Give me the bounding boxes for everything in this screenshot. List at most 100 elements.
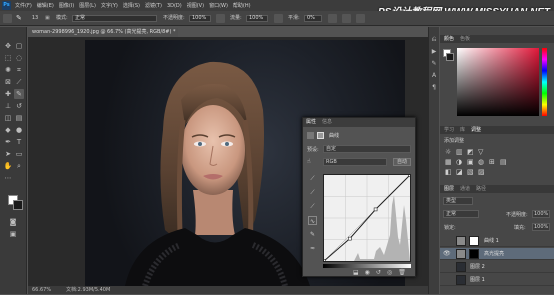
menu-item[interactable]: 编辑(E) [37, 2, 54, 9]
curve-pencil-icon[interactable]: ✎ [308, 230, 317, 239]
crop-tool-icon[interactable]: ⌗ [14, 65, 24, 75]
visibility-icon[interactable]: ◎ [387, 269, 392, 277]
smooth-curve-icon[interactable]: ≈ [308, 244, 317, 253]
brush-tool-icon[interactable]: ✎ [16, 14, 22, 23]
menu-item[interactable]: 3D(D) [167, 3, 182, 9]
clone-stamp-tool-icon[interactable]: ⊥ [3, 101, 13, 111]
hand-tool-icon[interactable]: ✋ [3, 161, 13, 171]
menu-item[interactable]: 视图(V) [187, 2, 204, 9]
color-picker-field[interactable] [457, 48, 539, 116]
edit-toolbar-icon[interactable]: ⋯ [3, 173, 13, 183]
marquee-tool-icon[interactable]: ⬚ [3, 53, 13, 63]
tab-paths[interactable]: 路径 [476, 185, 486, 193]
healing-brush-tool-icon[interactable]: ✚ [3, 89, 13, 99]
eraser-tool-icon[interactable]: ◫ [3, 113, 13, 123]
layer-thumbnail[interactable] [456, 236, 466, 246]
layer-mask-thumbnail[interactable] [469, 249, 479, 259]
tab-info[interactable]: 信息 [322, 118, 332, 127]
move-tool-icon[interactable]: ✥ [3, 41, 13, 51]
blend-mode-dropdown[interactable]: 正常 [443, 210, 479, 218]
opacity-input[interactable]: 100% [189, 15, 211, 22]
pressure-opacity-icon[interactable] [216, 14, 225, 23]
menu-item[interactable]: 图像(I) [59, 2, 74, 9]
background-color-swatch[interactable] [13, 200, 23, 210]
menu-item[interactable]: 图层(L) [79, 2, 96, 9]
layer-visibility-eye-icon[interactable] [443, 276, 451, 284]
menu-item[interactable]: 窗口(W) [209, 2, 228, 9]
layer-visibility-eye-icon[interactable]: 👁 [443, 250, 451, 258]
pen-tool-icon[interactable]: ✒ [3, 137, 13, 147]
smooth-input[interactable]: 0% [304, 15, 322, 22]
layer-row[interactable]: 👁 高光提亮 [440, 248, 554, 260]
home-icon[interactable] [3, 14, 12, 23]
dodge-tool-icon[interactable]: ● [14, 125, 24, 135]
layer-row[interactable]: 图层 1 [440, 274, 554, 286]
quick-mask-icon[interactable]: ◙ [8, 217, 18, 227]
gradient-tool-icon[interactable]: ▤ [14, 113, 24, 123]
brush-settings-icon[interactable]: ✎ [429, 59, 439, 69]
curve-control-point[interactable] [373, 207, 378, 212]
preset-dropdown[interactable]: 自定 [323, 145, 411, 153]
menu-item[interactable]: 帮助(H) [233, 2, 251, 9]
brush-tool-icon[interactable]: ✎ [14, 89, 24, 99]
curve-control-point[interactable] [347, 236, 352, 241]
eyedropper-white-icon[interactable]: ⟋ [308, 202, 317, 211]
curve-control-point[interactable] [322, 259, 326, 263]
path-select-tool-icon[interactable]: ➤ [3, 149, 13, 159]
frame-tool-icon[interactable]: ⊠ [3, 77, 13, 87]
tab-libraries[interactable]: 库 [460, 126, 465, 134]
tab-learn[interactable]: 学习 [444, 126, 454, 134]
layer-thumbnail[interactable] [456, 275, 466, 285]
type-tool-icon[interactable]: T [14, 137, 24, 147]
tab-swatches[interactable]: 色板 [460, 35, 470, 43]
eyedropper-black-icon[interactable]: ⟋ [308, 174, 317, 183]
layer-filter-dropdown[interactable]: 类型 [443, 197, 473, 205]
zoom-tool-icon[interactable]: ⌕ [14, 161, 24, 171]
eyedropper-gray-icon[interactable]: ⟋ [308, 188, 317, 197]
lasso-tool-icon[interactable]: ◌ [14, 53, 24, 63]
adjustment-icons[interactable]: ☼ ▥ ◩ ▽ ▦ ◑ ▣ ◍ ⊞ ▤ ◧ ◪ ▧ ▨ [444, 146, 549, 176]
layer-mask-icon[interactable] [317, 132, 324, 139]
color-bg-swatch[interactable] [446, 53, 454, 61]
history-brush-tool-icon[interactable]: ↺ [14, 101, 24, 111]
eyedropper-tool-icon[interactable]: ⟋ [14, 77, 24, 87]
view-previous-icon[interactable]: ◉ [365, 269, 370, 277]
brush-panel-icon[interactable]: ▣ [45, 14, 50, 23]
document-tab[interactable]: woman-2998996_1920.jpg @ 66.7% (高光提亮, RG… [28, 28, 178, 37]
layer-visibility-eye-icon[interactable] [443, 237, 451, 245]
quick-select-tool-icon[interactable]: ✺ [3, 65, 13, 75]
character-panel-icon[interactable]: A [429, 71, 439, 81]
layer-thumbnail[interactable] [456, 249, 466, 259]
channel-dropdown[interactable]: RGB [323, 158, 387, 166]
menu-item[interactable]: 滤镜(T) [145, 2, 162, 9]
tab-adjustments[interactable]: 调整 [471, 126, 481, 134]
tab-properties[interactable]: 属性 [306, 118, 316, 127]
tab-color[interactable]: 颜色 [444, 35, 454, 43]
layer-row[interactable]: 曲线 1 [440, 235, 554, 247]
flow-input[interactable]: 100% [246, 15, 268, 22]
layer-mask-thumbnail[interactable] [469, 236, 479, 246]
curves-graph[interactable] [322, 173, 412, 263]
layer-row[interactable]: 图层 2 [440, 261, 554, 273]
auto-button[interactable]: 自动 [393, 158, 411, 166]
history-panel-icon[interactable]: ⎌ [429, 35, 439, 45]
document-info[interactable]: 文档:2.93M/5.40M [66, 286, 110, 294]
menu-item[interactable]: 选择(S) [123, 2, 140, 9]
fill-input[interactable]: 100% [532, 223, 550, 231]
symmetry-icon[interactable] [356, 14, 365, 23]
reset-icon[interactable]: ↺ [376, 269, 381, 277]
paragraph-panel-icon[interactable]: ¶ [429, 83, 439, 93]
actions-panel-icon[interactable]: ▶ [429, 47, 439, 57]
airbrush-icon[interactable] [274, 14, 283, 23]
brush-size-value[interactable]: 13 [28, 14, 42, 23]
smoothing-settings-icon[interactable] [328, 14, 337, 23]
rectangle-tool-icon[interactable]: ▭ [14, 149, 24, 159]
layer-opacity-input[interactable]: 100% [532, 210, 550, 218]
curve-point-tool-icon[interactable]: ∿ [308, 216, 317, 225]
hue-slider[interactable] [542, 48, 547, 116]
clip-to-layer-icon[interactable]: ⬓ [353, 269, 359, 277]
artboard-tool-icon[interactable]: ▢ [14, 41, 24, 51]
curves-chart[interactable] [322, 173, 412, 263]
layer-thumbnail[interactable] [456, 262, 466, 272]
menu-item[interactable]: 文字(Y) [101, 2, 118, 9]
